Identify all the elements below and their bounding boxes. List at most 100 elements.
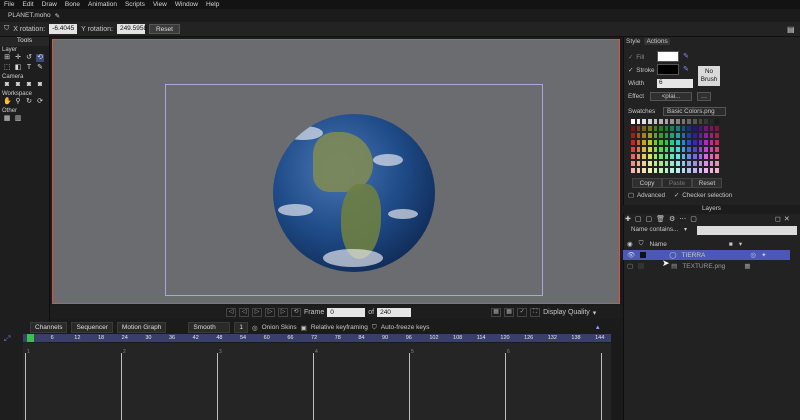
fast-forward-icon[interactable]: ▷ xyxy=(278,308,288,317)
tab-motion-graph[interactable]: Motion Graph xyxy=(116,322,167,333)
properties-icon[interactable]: ▢ xyxy=(690,215,697,223)
pen-icon[interactable]: ✎ xyxy=(36,64,44,72)
color-swatch[interactable] xyxy=(714,139,720,146)
duplicate-layer-icon[interactable]: ▢ xyxy=(635,215,642,223)
new-layer-icon[interactable]: ✚ xyxy=(625,215,631,223)
play-icon[interactable]: ▷ xyxy=(252,308,262,317)
effect-options-button[interactable]: … xyxy=(697,92,711,101)
color-swatch[interactable] xyxy=(714,132,720,139)
color-swatch[interactable] xyxy=(714,160,720,167)
document-tab[interactable]: PLANET.moho ✎ xyxy=(4,10,64,21)
rewind-icon[interactable]: ◁ xyxy=(226,308,236,317)
rotate-3d-icon[interactable]: ⟲ xyxy=(36,54,44,62)
step-back-icon[interactable]: ◁ xyxy=(239,308,249,317)
chevron-down-icon[interactable]: ▾ xyxy=(684,226,687,233)
relative-keyframing-checkbox[interactable]: ▣ xyxy=(301,324,307,332)
chevron-down-icon[interactable]: ▾ xyxy=(593,309,597,317)
timeline-scrollbar[interactable] xyxy=(612,334,622,420)
menu-file[interactable]: File xyxy=(4,1,14,8)
menu-view[interactable]: View xyxy=(153,1,167,8)
expand-icon[interactable]: ⤢ xyxy=(4,334,10,344)
frame-input[interactable]: 0 xyxy=(327,308,366,317)
paste-button[interactable]: Paste xyxy=(662,178,692,188)
menu-bone[interactable]: Bone xyxy=(65,1,80,8)
total-frames-input[interactable]: 240 xyxy=(377,308,412,317)
layer-name[interactable]: TIERRA xyxy=(682,252,706,259)
other-tool-icon[interactable]: ▥ xyxy=(14,115,22,123)
hand-icon[interactable]: ✋ xyxy=(3,98,12,106)
camera-roll-icon[interactable]: ◙ xyxy=(25,81,33,89)
y-rotation-input[interactable]: 249.5958 xyxy=(116,24,147,34)
layer-settings-icon[interactable]: ⚙ xyxy=(669,215,675,223)
menu-help[interactable]: Help xyxy=(206,1,219,8)
reset-style-button[interactable]: Reset xyxy=(692,178,722,188)
menu-animation[interactable]: Animation xyxy=(88,1,117,8)
width-input[interactable]: 6 xyxy=(657,79,693,88)
tab-channels[interactable]: Channels xyxy=(30,322,68,333)
view-mode-icon[interactable]: ▦ xyxy=(504,308,515,317)
shear-icon[interactable]: ◧ xyxy=(14,64,22,72)
display-quality-label[interactable]: Display Quality xyxy=(543,309,590,316)
no-brush-button[interactable]: No Brush xyxy=(698,66,720,86)
fill-color-swatch[interactable] xyxy=(657,51,679,62)
earth-globe-image[interactable] xyxy=(273,114,435,272)
menu-edit[interactable]: Edit xyxy=(22,1,33,8)
timeline-ruler[interactable]: 0 6 12 18 24 30 36 42 48 54 60 66 72 78 … xyxy=(23,334,611,342)
autofreeze-label[interactable]: Auto-freeze keys xyxy=(381,324,430,331)
checker-checkbox[interactable]: ✓ xyxy=(674,192,679,199)
tab-style[interactable]: Style xyxy=(626,38,640,45)
scale-icon[interactable]: ⬚ xyxy=(3,64,11,72)
swatches-select[interactable]: Basic Colors.png xyxy=(663,107,726,116)
stroke-checkbox[interactable]: ✓ xyxy=(628,67,633,74)
rotate-view-icon[interactable]: ↻ xyxy=(25,98,33,106)
timeline-tracks[interactable]: 1 2 3 4 5 6 xyxy=(23,343,611,420)
reset-button[interactable]: Reset xyxy=(148,24,180,34)
tab-sequencer[interactable]: Sequencer xyxy=(71,322,113,333)
relative-keyframing-label[interactable]: Relative keyframing xyxy=(311,324,368,331)
rotate-icon[interactable]: ↺ xyxy=(25,54,33,62)
fill-checkbox[interactable]: ✓ xyxy=(628,54,633,61)
layer-row-tierra[interactable]: 👁 ◯ TIERRA ◎ ✦ xyxy=(623,250,790,260)
onion-skins-icon[interactable]: ◎ xyxy=(252,324,258,332)
eye-icon[interactable]: 👁 xyxy=(627,251,635,259)
lock-icon[interactable]: ⛉ xyxy=(4,25,9,33)
onion-skins-label[interactable]: Onion Skins xyxy=(262,324,297,331)
layer-search-input[interactable] xyxy=(697,226,797,235)
more-options-icon[interactable]: ⋯ xyxy=(679,215,686,223)
playhead-marker[interactable] xyxy=(27,334,34,342)
copy-button[interactable]: Copy xyxy=(632,178,662,188)
color-swatch[interactable] xyxy=(714,118,720,125)
color-swatch[interactable] xyxy=(714,167,720,174)
checkmark-icon[interactable]: ✓ xyxy=(517,308,528,317)
stroke-eyedropper-icon[interactable]: ✎ xyxy=(683,65,689,73)
close-panel-icon[interactable]: ✕ xyxy=(784,215,790,223)
color-swatch[interactable] xyxy=(714,153,720,160)
tab-actions[interactable]: Actions xyxy=(644,38,670,45)
autofreeze-icon[interactable]: ⛉ xyxy=(372,324,377,332)
fullscreen-icon[interactable]: ⛶ xyxy=(530,308,541,317)
layer-row-texture[interactable]: ▢ ▤ TEXTURE.png ▦ xyxy=(623,261,790,271)
text-icon[interactable]: T xyxy=(25,64,33,72)
menu-window[interactable]: Window xyxy=(175,1,198,8)
effect-select[interactable]: <plai... xyxy=(650,92,692,101)
camera-track-icon[interactable]: ◙ xyxy=(3,81,11,89)
view-mode-icon[interactable]: ▦ xyxy=(491,308,502,317)
color-swatch-grid[interactable] xyxy=(630,118,720,174)
layer-color-icon[interactable] xyxy=(638,263,645,269)
advanced-checkbox[interactable]: ▢ xyxy=(628,192,634,199)
panel-toggle-icon[interactable]: ▤ xyxy=(787,25,795,34)
grid-icon[interactable]: ▦ xyxy=(3,115,11,123)
color-swatch[interactable] xyxy=(714,125,720,132)
loop-icon[interactable]: ⟲ xyxy=(291,308,301,317)
orbit-icon[interactable]: ⟳ xyxy=(36,98,44,106)
step-forward-icon[interactable]: ▷ xyxy=(265,308,275,317)
x-rotation-input[interactable]: -6.4045 xyxy=(49,24,78,34)
zoom-icon[interactable]: ⚲ xyxy=(14,98,22,106)
visibility-box-icon[interactable]: ▢ xyxy=(627,262,633,270)
menu-draw[interactable]: Draw xyxy=(42,1,57,8)
menu-scripts[interactable]: Scripts xyxy=(125,1,145,8)
advanced-label[interactable]: Advanced xyxy=(637,192,665,199)
translate-icon[interactable]: ✛ xyxy=(14,54,22,62)
stroke-color-swatch[interactable] xyxy=(657,64,679,75)
color-swatch[interactable] xyxy=(714,146,720,153)
